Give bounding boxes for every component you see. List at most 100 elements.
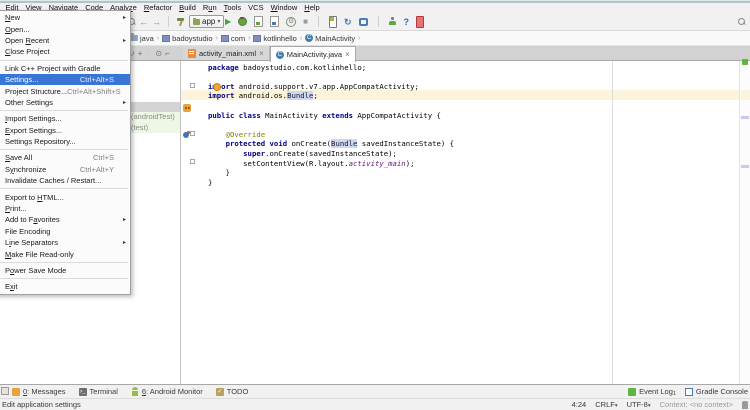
- menubar-item-build[interactable]: Build: [176, 3, 200, 13]
- folder-icon: [130, 35, 138, 41]
- menu-item-link-c-project-with-gradle[interactable]: Link C++ Project with Gradle: [0, 63, 130, 74]
- file-menu-dropdown: New▸Open...Open Recent▸Close Project Link…: [0, 10, 131, 295]
- breadcrumb-chevron-icon: ›: [358, 35, 360, 42]
- back-icon[interactable]: ←: [139, 17, 148, 27]
- project-structure-icon[interactable]: [359, 18, 368, 26]
- breadcrumb-item-mainactivity[interactable]: CMainActivity: [305, 34, 355, 43]
- event-log-icon: [628, 388, 636, 396]
- code-editor[interactable]: package badoystudio.com.kotlinhello; impo…: [181, 61, 750, 384]
- toolwindow-switcher-icon[interactable]: [1, 387, 9, 395]
- menu-item-other-settings[interactable]: Other Settings▸: [0, 97, 130, 108]
- menu-item-synchronize[interactable]: SynchronizeCtrl+Alt+Y: [0, 164, 130, 175]
- hide-panel-icon[interactable]: ⌐: [165, 49, 170, 58]
- menubar-item-vcs[interactable]: VCS: [245, 3, 267, 13]
- highlighting-level-icon[interactable]: [742, 401, 748, 409]
- fold-marker-icon[interactable]: [190, 131, 195, 136]
- fold-marker-icon[interactable]: [190, 83, 195, 88]
- code-line[interactable]: import android.support.v7.app.AppCompatA…: [208, 82, 419, 92]
- sdk-manager-icon[interactable]: [389, 17, 397, 26]
- breadcrumb-item-badoystudio[interactable]: badoystudio: [162, 34, 212, 43]
- help-icon[interactable]: ?: [404, 17, 410, 27]
- code-text[interactable]: package badoystudio.com.kotlinhello; impo…: [208, 61, 738, 384]
- forward-icon[interactable]: →: [152, 17, 161, 27]
- menu-item-import-settings[interactable]: Import Settings...: [0, 113, 130, 124]
- code-line[interactable]: }: [208, 168, 230, 178]
- menubar-item-run[interactable]: Run: [199, 3, 220, 13]
- line-separator-select[interactable]: CRLF▾: [595, 400, 617, 409]
- package-icon: [162, 35, 170, 42]
- menubar-item-tools[interactable]: Tools: [220, 3, 245, 13]
- menu-item-exit[interactable]: Exit: [0, 281, 130, 292]
- menu-item-export-settings[interactable]: Export Settings...: [0, 125, 130, 136]
- inspection-status-icon[interactable]: [742, 59, 748, 65]
- code-line[interactable]: protected void onCreate(Bundle savedInst…: [208, 139, 454, 149]
- menu-item-save-all[interactable]: Save AllCtrl+S: [0, 152, 130, 163]
- code-line[interactable]: import android.os.Bundle;: [208, 91, 318, 101]
- search-everywhere-icon[interactable]: [738, 18, 745, 25]
- code-line[interactable]: super.onCreate(savedInstanceState);: [208, 149, 397, 159]
- gradle-console-icon: [685, 388, 693, 396]
- toolwindow-button-todo[interactable]: ✓TODO: [216, 387, 249, 396]
- editor-tab-mainactivity-java[interactable]: CMainActivity.java×: [270, 46, 356, 62]
- submenu-arrow-icon: ▸: [123, 37, 126, 44]
- make-project-icon[interactable]: [176, 17, 185, 26]
- debug-icon[interactable]: [238, 17, 247, 26]
- stripe-usage-mark[interactable]: [741, 165, 749, 168]
- menu-item-line-separators[interactable]: Line Separators▸: [0, 237, 130, 248]
- menu-item-open-recent[interactable]: Open Recent▸: [0, 35, 130, 46]
- gradle-make-icon[interactable]: G: [286, 17, 296, 27]
- gutter-related-file-icon[interactable]: [183, 104, 191, 112]
- menu-item-add-to-favorites[interactable]: Add to Favorites▸: [0, 214, 130, 225]
- run-configuration-select[interactable]: app ▾: [189, 15, 224, 28]
- editor-tab-activity-main-xml[interactable]: activity_main.xml×: [183, 46, 270, 60]
- gutter-override-method-icon[interactable]: [183, 132, 189, 138]
- code-line[interactable]: package badoystudio.com.kotlinhello;: [208, 63, 366, 73]
- code-line[interactable]: public class MainActivity extends AppCom…: [208, 111, 441, 121]
- error-stripe-scrollbar[interactable]: [739, 61, 750, 384]
- menubar-item-window[interactable]: Window: [267, 3, 301, 13]
- menu-item-new[interactable]: New▸: [0, 12, 130, 23]
- encoding-select[interactable]: UTF-8▾: [627, 400, 651, 409]
- expand-all-icon[interactable]: +: [138, 49, 143, 58]
- menu-item-make-file-read-only[interactable]: Make File Read-only: [0, 248, 130, 259]
- avd-manager-icon[interactable]: [329, 16, 337, 28]
- toolwindow-button-6-android-monitor[interactable]: 6: Android Monitor: [131, 387, 203, 396]
- menu-item-invalidate-caches-restart[interactable]: Invalidate Caches / Restart...: [0, 175, 130, 186]
- caret-position[interactable]: 4:24: [572, 400, 587, 409]
- fold-marker-icon[interactable]: [190, 159, 195, 164]
- run-configuration-label: app: [202, 17, 215, 26]
- code-line[interactable]: }: [208, 178, 212, 188]
- run-icon[interactable]: ▶: [225, 17, 231, 26]
- toolwindow-button-0-messages[interactable]: 0: Messages: [12, 387, 66, 396]
- breadcrumb-item-com[interactable]: com: [221, 34, 245, 43]
- menu-item-file-encoding[interactable]: File Encoding: [0, 226, 130, 237]
- close-icon[interactable]: ×: [345, 50, 350, 59]
- android-monitor-icon[interactable]: [416, 16, 424, 28]
- menu-item-open[interactable]: Open...: [0, 23, 130, 34]
- breadcrumb-item-kotlinhello[interactable]: kotlinhello: [253, 34, 296, 43]
- stripe-usage-mark[interactable]: [741, 116, 749, 119]
- chevron-down-icon: ▾: [615, 403, 618, 409]
- toolwindow-button-gradle-console[interactable]: Gradle Console: [685, 387, 748, 396]
- toolwindow-button-terminal[interactable]: >_Terminal: [79, 387, 118, 396]
- menubar-item-refactor[interactable]: Refactor: [140, 3, 175, 13]
- close-icon[interactable]: ×: [259, 49, 264, 58]
- run-with-coverage-icon[interactable]: [254, 16, 263, 27]
- code-line[interactable]: @Override: [208, 130, 265, 140]
- stop-icon[interactable]: ■: [303, 17, 308, 26]
- menu-item-power-save-mode[interactable]: Power Save Mode: [0, 265, 130, 276]
- menu-item-project-structure[interactable]: Project Structure...Ctrl+Alt+Shift+S: [0, 85, 130, 96]
- menu-item-settings[interactable]: Settings...Ctrl+Alt+S: [0, 74, 130, 85]
- code-line[interactable]: setContentView(R.layout.activity_main);: [208, 159, 415, 169]
- menu-item-print[interactable]: Print...: [0, 203, 130, 214]
- menubar-item-help[interactable]: Help: [301, 3, 323, 13]
- intention-bulb-icon[interactable]: [213, 83, 221, 91]
- toolwindow-button-event-log[interactable]: 1Event Log: [628, 387, 673, 396]
- gear-icon[interactable]: ⊙: [155, 49, 162, 58]
- menu-item-export-to-html[interactable]: Export to HTML...: [0, 191, 130, 202]
- breadcrumb-item-java[interactable]: java: [130, 34, 154, 43]
- menu-item-close-project[interactable]: Close Project: [0, 46, 130, 57]
- gradle-sync-icon[interactable]: ↻: [344, 17, 352, 27]
- apply-changes-icon[interactable]: [270, 16, 279, 27]
- menu-item-settings-repository[interactable]: Settings Repository...: [0, 136, 130, 147]
